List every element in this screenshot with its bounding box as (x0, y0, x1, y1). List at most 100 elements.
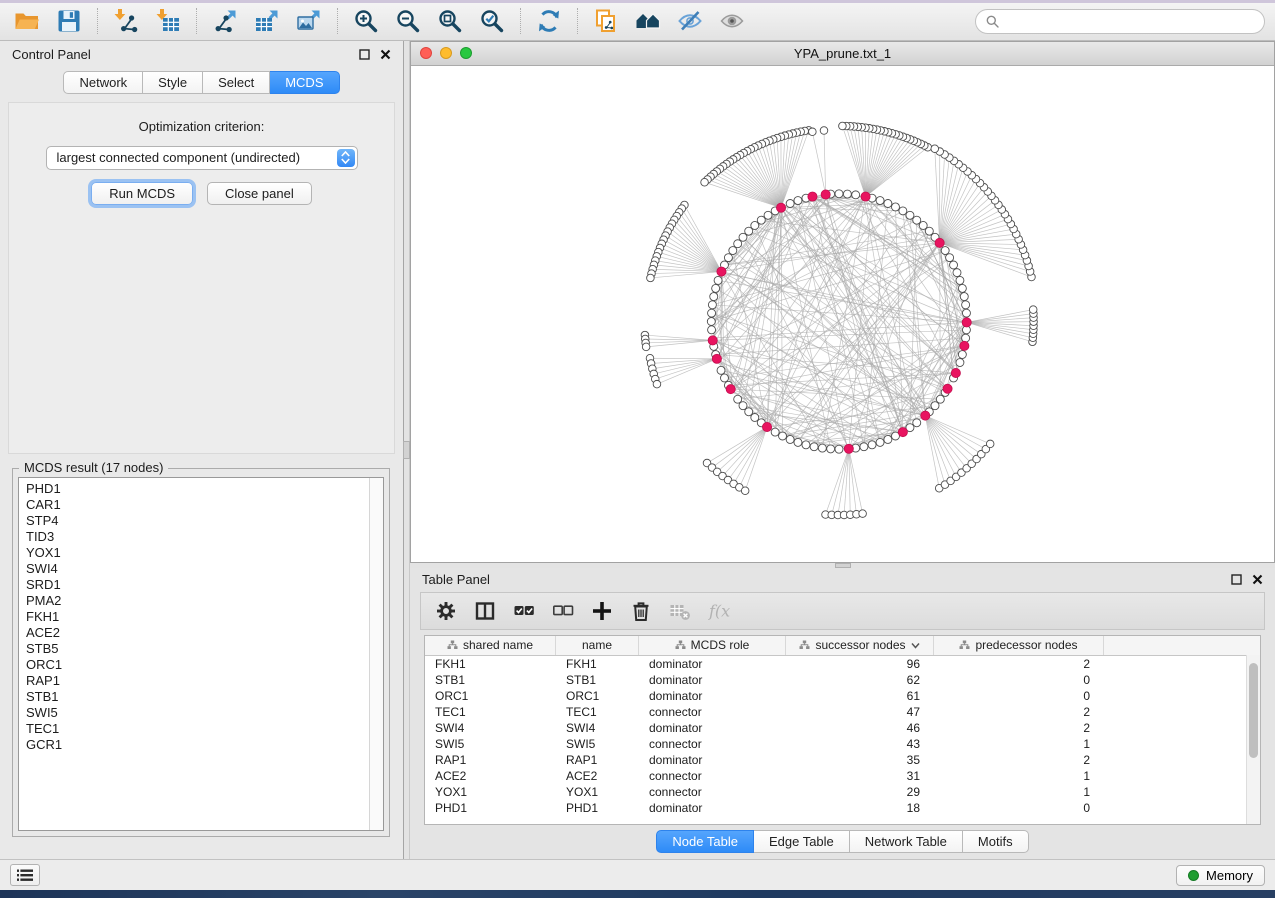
save-session-button[interactable] (52, 6, 86, 36)
run-mcds-button[interactable]: Run MCDS (91, 182, 193, 205)
mcds-result-list[interactable]: PHD1CAR1STP4TID3YOX1SWI4SRD1PMA2FKH1ACE2… (18, 477, 384, 831)
import-table-button[interactable] (151, 6, 185, 36)
function-builder-button[interactable]: f(x) (708, 600, 730, 622)
mcds-result-item[interactable]: TID3 (26, 529, 369, 545)
zoom-out-button[interactable] (391, 6, 425, 36)
float-panel-icon[interactable] (359, 49, 370, 60)
export-network-button[interactable] (208, 6, 242, 36)
minimize-window-icon[interactable] (440, 47, 452, 59)
table-row[interactable]: SWI4 SWI4 dominator 46 2 (425, 720, 1260, 736)
table-row[interactable]: YOX1 YOX1 connector 29 1 (425, 784, 1260, 800)
first-neighbors-button[interactable] (631, 6, 665, 36)
table-row[interactable]: STB1 STB1 dominator 62 0 (425, 672, 1260, 688)
mcds-result-item[interactable]: STP4 (26, 513, 369, 529)
cytoscape-app: Control Panel Network Style Select MCDS … (0, 0, 1275, 898)
network-from-selection-button[interactable] (589, 6, 623, 36)
zoom-selected-button[interactable] (475, 6, 509, 36)
tab-motifs[interactable]: Motifs (963, 830, 1029, 853)
column-header-predecessor-nodes[interactable]: predecessor nodes (934, 636, 1104, 655)
tab-style[interactable]: Style (143, 71, 203, 94)
mcds-result-item[interactable]: SWI4 (26, 561, 369, 577)
mcds-result-item[interactable]: TEC1 (26, 721, 369, 737)
column-header-MCDS-role[interactable]: MCDS role (639, 636, 786, 655)
table-row[interactable]: RAP1 RAP1 dominator 35 2 (425, 752, 1260, 768)
apply-layout-button[interactable] (532, 6, 566, 36)
table-row[interactable]: FKH1 FKH1 dominator 96 2 (425, 656, 1260, 672)
column-header-successor-nodes[interactable]: successor nodes (786, 636, 934, 655)
add-row-button[interactable] (591, 600, 613, 622)
sort-chevron-icon[interactable] (911, 642, 920, 649)
svg-text:f(x): f(x) (708, 601, 730, 620)
export-table-button[interactable] (250, 6, 284, 36)
tab-mcds[interactable]: MCDS (270, 71, 339, 94)
maximize-window-icon[interactable] (460, 47, 472, 59)
network-canvas[interactable] (411, 66, 1274, 562)
memory-button[interactable]: Memory (1176, 865, 1265, 886)
mcds-result-item[interactable]: PMA2 (26, 593, 369, 609)
mcds-result-item[interactable]: STB5 (26, 641, 369, 657)
mcds-result-item[interactable]: CAR1 (26, 497, 369, 513)
table-row[interactable]: PHD1 PHD1 dominator 18 0 (425, 800, 1260, 816)
table-row[interactable]: ORC1 ORC1 dominator 61 0 (425, 688, 1260, 704)
tab-node-table[interactable]: Node Table (656, 830, 754, 853)
mcds-list-scrollbar[interactable] (369, 478, 383, 830)
zoom-fit-button[interactable] (433, 6, 467, 36)
delete-row-icon (630, 600, 652, 622)
table-settings-button[interactable] (435, 600, 457, 622)
unselect-all-button[interactable] (552, 600, 574, 622)
show-all-button[interactable] (715, 6, 749, 36)
close-window-icon[interactable] (420, 47, 432, 59)
export-image-icon (296, 8, 322, 34)
table-scrollbar-thumb[interactable] (1249, 663, 1258, 758)
select-all-button[interactable] (513, 600, 535, 622)
search-input[interactable] (1005, 13, 1254, 30)
network-window-titlebar[interactable]: YPA_prune.txt_1 (411, 42, 1274, 66)
column-view-button[interactable] (474, 600, 496, 622)
mcds-result-item[interactable]: GCR1 (26, 737, 369, 753)
horizontal-splitter-handle[interactable] (835, 563, 851, 568)
float-table-panel-icon[interactable] (1231, 574, 1242, 585)
table-header-row: shared namenameMCDS rolesuccessor nodesp… (425, 636, 1260, 656)
table-row[interactable]: TEC1 TEC1 connector 47 2 (425, 704, 1260, 720)
table-row[interactable]: SWI5 SWI5 connector 43 1 (425, 736, 1260, 752)
mcds-result-item[interactable]: RAP1 (26, 673, 369, 689)
open-file-button[interactable] (10, 6, 44, 36)
column-header-name[interactable]: name (556, 636, 639, 655)
hide-selected-button[interactable] (673, 6, 707, 36)
mcds-result-item[interactable]: FKH1 (26, 609, 369, 625)
show-all-icon (719, 8, 745, 34)
right-area: YPA_prune.txt_1 Table Panel f(x) shared … (410, 41, 1275, 859)
horizontal-splitter[interactable] (410, 563, 1275, 568)
toolbar-group (532, 6, 566, 36)
delete-row-button[interactable] (630, 600, 652, 622)
task-history-button[interactable] (10, 864, 40, 886)
mcds-result-item[interactable]: ORC1 (26, 657, 369, 673)
export-image-button[interactable] (292, 6, 326, 36)
search-box[interactable] (975, 9, 1265, 34)
table-row[interactable]: ACE2 ACE2 connector 31 1 (425, 768, 1260, 784)
import-network-button[interactable] (109, 6, 143, 36)
mcds-result-item[interactable]: PHD1 (26, 481, 369, 497)
close-table-panel-icon[interactable] (1252, 574, 1263, 585)
column-header-shared-name[interactable]: shared name (425, 636, 556, 655)
tab-edge-table[interactable]: Edge Table (754, 830, 850, 853)
import-table-icon (155, 8, 181, 34)
close-panel-button[interactable]: Close panel (207, 182, 312, 205)
close-panel-icon[interactable] (380, 49, 391, 60)
mcds-result-item[interactable]: SRD1 (26, 577, 369, 593)
mcds-result-item[interactable]: STB1 (26, 689, 369, 705)
zoom-in-button[interactable] (349, 6, 383, 36)
vertical-splitter[interactable] (403, 41, 410, 859)
vertical-splitter-handle[interactable] (403, 441, 410, 459)
tab-network[interactable]: Network (63, 71, 143, 94)
delete-table-button[interactable] (669, 600, 691, 622)
tab-select[interactable]: Select (203, 71, 270, 94)
table-scrollbar[interactable] (1246, 655, 1260, 824)
mcds-result-item[interactable]: ACE2 (26, 625, 369, 641)
toolbar-group (10, 6, 86, 36)
mcds-result-item[interactable]: SWI5 (26, 705, 369, 721)
tab-network-table[interactable]: Network Table (850, 830, 963, 853)
mcds-result-item[interactable]: YOX1 (26, 545, 369, 561)
criterion-dropdown[interactable]: largest connected component (undirected) (46, 146, 358, 170)
column-view-icon (474, 600, 496, 622)
